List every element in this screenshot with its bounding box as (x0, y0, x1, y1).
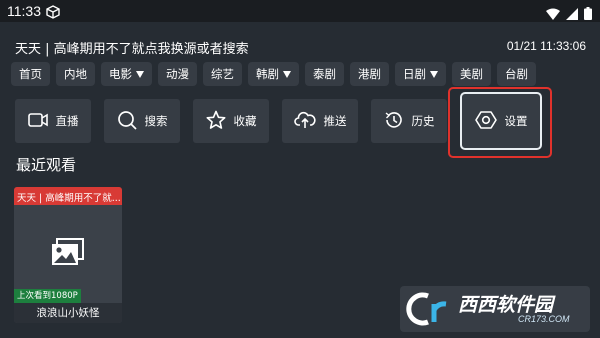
tab-label: 电影 (109, 67, 132, 81)
tab-movie[interactable]: 电影 (101, 62, 152, 86)
tab-label: 美剧 (460, 67, 483, 81)
live-button[interactable]: 直播 (15, 99, 91, 143)
wifi-icon (546, 5, 560, 24)
favorite-label: 收藏 (233, 114, 257, 128)
filter-icon (283, 70, 291, 78)
source-title[interactable]: 天天 | 高峰期用不了就点我换源或者搜索 (15, 38, 249, 57)
tab-mainland[interactable]: 内地 (56, 62, 95, 86)
tab-korean[interactable]: 韩剧 (248, 62, 299, 86)
tab-label: 台剧 (505, 67, 528, 81)
history-button[interactable]: 历史 (371, 99, 447, 143)
tab-american[interactable]: 美剧 (452, 62, 491, 86)
tab-label: 港剧 (358, 67, 381, 81)
tab-anime[interactable]: 动漫 (158, 62, 197, 86)
tab-label: 首页 (19, 67, 42, 81)
watermark-url: CR173.COM (518, 314, 570, 324)
tab-thai[interactable]: 泰剧 (305, 62, 344, 86)
push-label: 推送 (323, 114, 347, 128)
recent-section-title: 最近观看 (16, 156, 77, 174)
watermark: 西西软件园 CR173.COM (400, 286, 590, 332)
filter-icon (136, 70, 144, 78)
category-tabs: 首页 内地 电影 动漫 综艺 韩剧 泰剧 港剧 日剧 美剧 台剧 (11, 62, 536, 86)
live-label: 直播 (55, 114, 79, 128)
clock: 01/21 11:33:06 (506, 39, 586, 53)
card-source-label: 天天 | 高峰期用不了就... (14, 187, 122, 205)
search-icon (117, 110, 137, 133)
star-icon (206, 110, 226, 133)
filter-icon (430, 70, 438, 78)
tab-label: 韩剧 (256, 67, 279, 81)
recent-video-card[interactable]: 天天 | 高峰期用不了就... 上次看到1080P 浪浪山小妖怪 (14, 187, 122, 323)
tab-japanese[interactable]: 日剧 (395, 62, 446, 86)
tab-label: 内地 (64, 67, 87, 81)
system-status-bar: 11:33 (0, 0, 600, 22)
push-button[interactable]: 推送 (282, 99, 358, 143)
tab-label: 日剧 (403, 67, 426, 81)
watermark-logo-text: 西西软件园 (458, 294, 554, 316)
status-time: 11:33 (7, 3, 41, 19)
tab-label: 泰剧 (313, 67, 336, 81)
resume-badge: 上次看到1080P (14, 289, 81, 303)
tab-label: 动漫 (166, 67, 189, 81)
history-icon (384, 110, 404, 133)
cr-logo-icon (406, 290, 458, 332)
cloud-upload-icon (293, 111, 316, 132)
tab-home[interactable]: 首页 (11, 62, 50, 86)
battery-icon (584, 5, 592, 24)
cube-icon (46, 4, 60, 23)
tab-hongkong[interactable]: 港剧 (350, 62, 389, 86)
tab-taiwan[interactable]: 台剧 (497, 62, 536, 86)
card-thumbnail: 上次看到1080P (14, 205, 122, 303)
search-button[interactable]: 搜索 (104, 99, 180, 143)
history-label: 历史 (411, 114, 435, 128)
signal-icon (566, 5, 578, 24)
image-placeholder-icon (51, 237, 85, 271)
tab-variety[interactable]: 综艺 (203, 62, 242, 86)
video-camera-icon (27, 112, 48, 131)
search-label: 搜索 (144, 114, 168, 128)
settings-highlight-box (448, 87, 552, 158)
favorite-button[interactable]: 收藏 (193, 99, 269, 143)
tab-label: 综艺 (211, 67, 234, 81)
card-title: 浪浪山小妖怪 (14, 303, 122, 323)
